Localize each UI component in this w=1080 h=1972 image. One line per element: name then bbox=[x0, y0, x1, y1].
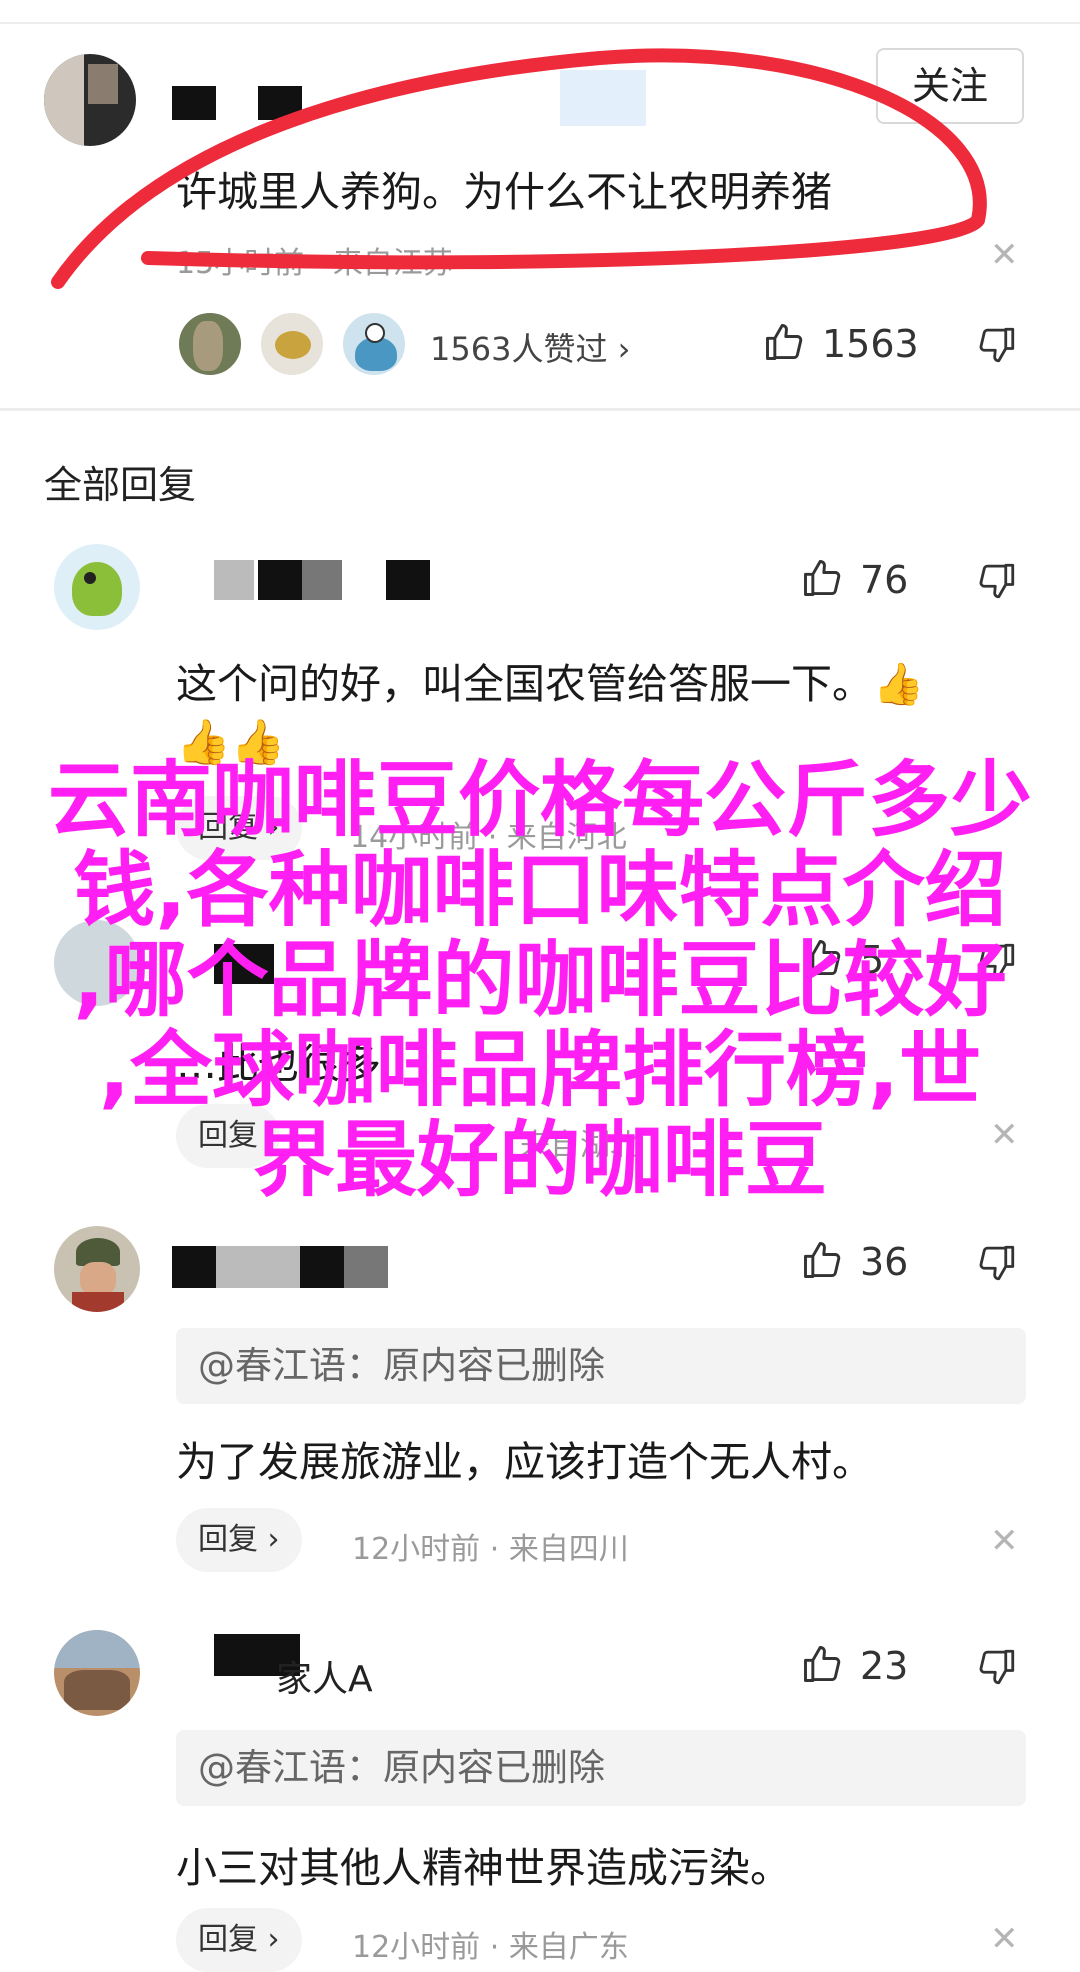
overlay-line: 云南咖啡豆价格每公斤多少 bbox=[47, 753, 1032, 848]
reply-location: 来自广东 bbox=[508, 1930, 629, 1965]
reply-button[interactable]: 回复 › bbox=[176, 1908, 302, 1972]
liker-avatar-1[interactable] bbox=[176, 310, 244, 378]
reply-avatar[interactable] bbox=[54, 544, 140, 630]
like-count: 23 bbox=[860, 1644, 909, 1688]
reply-name-censored-4 bbox=[386, 560, 430, 600]
overlay-line: 钱,各种咖啡口味特点介绍 bbox=[73, 843, 1007, 938]
thumbs-down-icon[interactable] bbox=[976, 1646, 1018, 1688]
reply-name-censored-3 bbox=[300, 1246, 344, 1288]
quoted-reply[interactable]: @春江语：原内容已删除 bbox=[176, 1328, 1026, 1404]
quoted-reply[interactable]: @春江语：原内容已删除 bbox=[176, 1730, 1026, 1806]
thumbs-down-icon[interactable] bbox=[976, 324, 1018, 366]
thumbs-up-icon[interactable] bbox=[800, 1238, 844, 1282]
liker-avatar-3[interactable] bbox=[340, 310, 408, 378]
reply-name-censored-3 bbox=[302, 560, 342, 600]
meta-separator: · bbox=[489, 1930, 509, 1965]
liker-avatar-2[interactable] bbox=[258, 310, 326, 378]
overlay-caption: 云南咖啡豆价格每公斤多少 钱,各种咖啡口味特点介绍 ,哪个品牌的咖啡豆比较好 ,… bbox=[0, 756, 1080, 1206]
reply-text: 小三对其他人精神世界造成污染。 bbox=[176, 1844, 791, 1892]
reply-location: 来自四川 bbox=[508, 1532, 629, 1567]
reply-time: 12小时前 bbox=[352, 1930, 481, 1965]
like-count: 1563 bbox=[822, 322, 919, 366]
reply-name-censored bbox=[214, 560, 254, 600]
reply-time: 12小时前 bbox=[352, 1532, 481, 1567]
reply-text: 为了发展旅游业，应该打造个无人村。 bbox=[176, 1438, 873, 1486]
meta-separator: · bbox=[489, 1532, 509, 1567]
reply-meta: 12小时前 · 来自广东 bbox=[352, 1922, 629, 1966]
like-count: 36 bbox=[860, 1240, 909, 1284]
reply-meta: 12小时前 · 来自四川 bbox=[352, 1524, 629, 1568]
annotation-circle bbox=[51, 48, 987, 289]
reply-button[interactable]: 回复 › bbox=[176, 1508, 302, 1572]
thumbs-up-emoji: 👍 bbox=[873, 660, 925, 708]
reply-author-name[interactable]: 家人A bbox=[276, 1650, 373, 1702]
section-divider bbox=[0, 408, 1080, 411]
close-icon[interactable]: ✕ bbox=[990, 1524, 1019, 1558]
reply-name-censored-2 bbox=[216, 1246, 300, 1288]
thumbs-down-icon[interactable] bbox=[976, 1242, 1018, 1284]
reply-name-censored-4 bbox=[344, 1246, 388, 1288]
reply-avatar[interactable] bbox=[54, 1226, 140, 1312]
like-count: 76 bbox=[860, 558, 909, 602]
reply-text: 这个问的好，叫全国农管给答服一下。👍 bbox=[176, 650, 924, 710]
close-icon[interactable]: ✕ bbox=[990, 1922, 1019, 1956]
thumbs-up-icon[interactable] bbox=[800, 556, 844, 600]
overlay-line: 界最好的咖啡豆 bbox=[252, 1113, 827, 1208]
likers-summary-link[interactable]: 1563人赞过 › bbox=[430, 324, 630, 370]
reply-name-censored bbox=[172, 1246, 216, 1288]
reply-avatar[interactable] bbox=[54, 1630, 140, 1716]
thumbs-down-icon[interactable] bbox=[976, 560, 1018, 602]
section-title: 全部回复 bbox=[44, 463, 197, 507]
thumbs-up-icon[interactable] bbox=[800, 1642, 844, 1686]
reply-name-censored-2 bbox=[258, 560, 302, 600]
overlay-line: ,哪个品牌的咖啡豆比较好 bbox=[73, 933, 1007, 1028]
thumbs-up-icon[interactable] bbox=[762, 320, 806, 364]
overlay-line: ,全球咖啡品牌排行榜,世 bbox=[98, 1023, 982, 1118]
reply-text-line: 这个问的好，叫全国农管给答服一下。 bbox=[176, 660, 873, 708]
